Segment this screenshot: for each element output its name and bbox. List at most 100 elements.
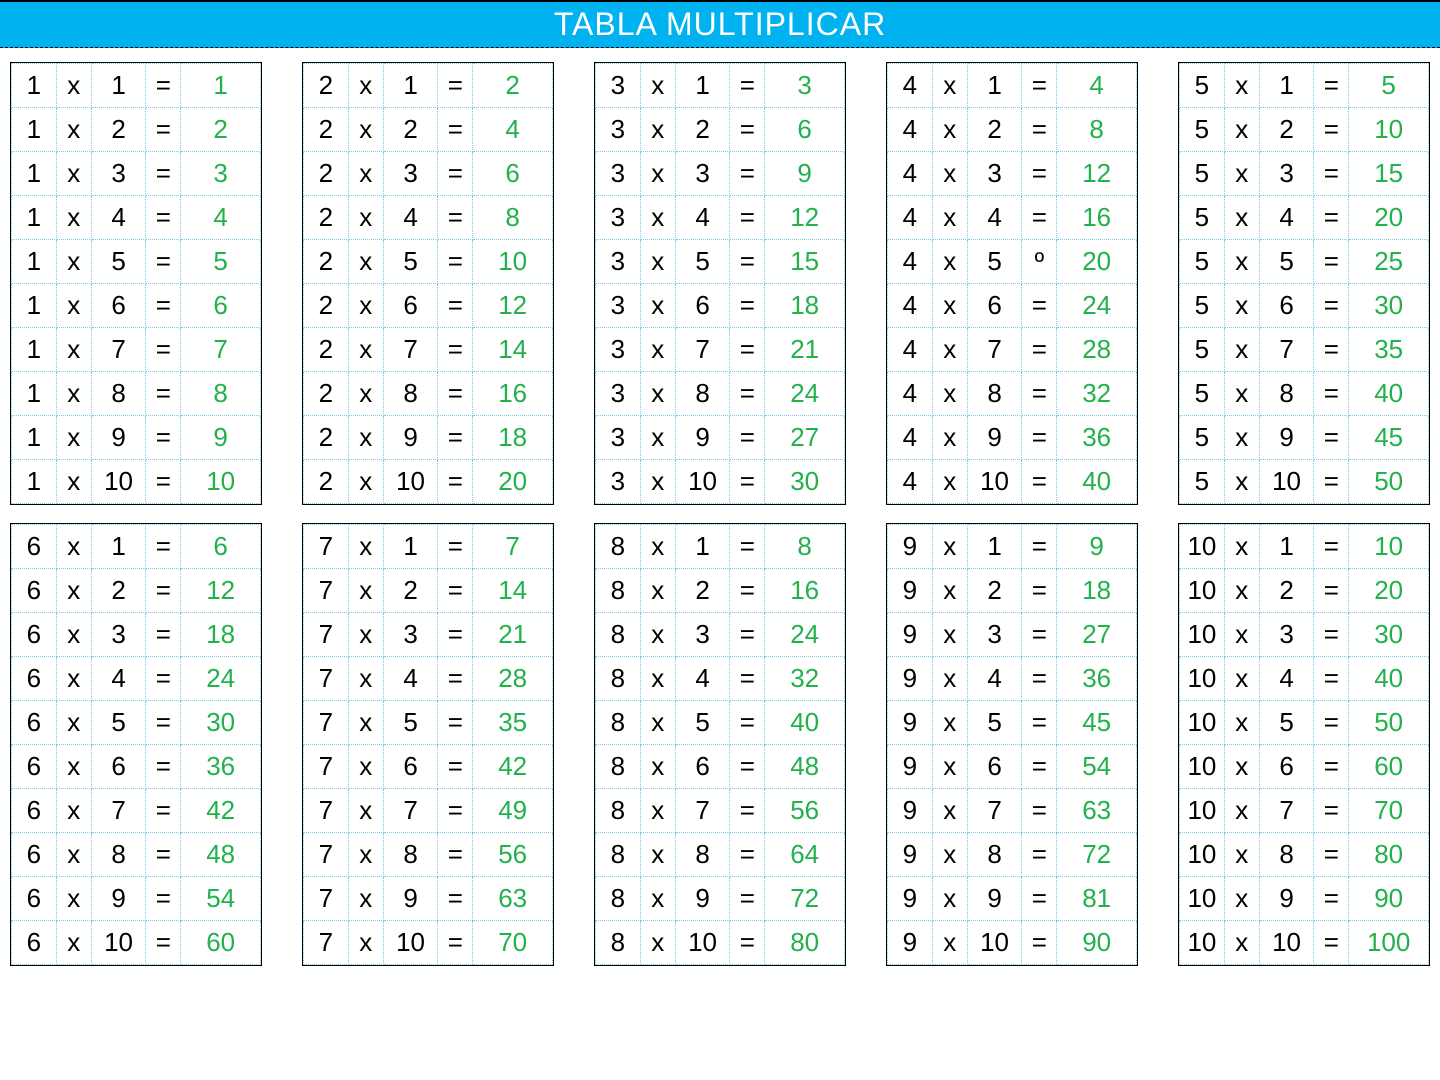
times-symbol: x	[56, 460, 91, 504]
times-symbol: x	[348, 833, 383, 877]
factor-b: 2	[675, 569, 730, 613]
table-block-7: 7x1=77x2=147x3=217x4=287x5=357x6=427x7=4…	[302, 523, 554, 966]
equals-symbol: =	[1314, 569, 1349, 613]
equals-symbol: =	[1314, 657, 1349, 701]
table-row: 6x6=36	[12, 745, 261, 789]
equals-symbol: =	[146, 196, 181, 240]
equals-symbol: =	[438, 64, 473, 108]
times-symbol: x	[1224, 921, 1259, 965]
times-symbol: x	[932, 701, 967, 745]
factor-a: 3	[596, 416, 641, 460]
equals-symbol: =	[1022, 108, 1057, 152]
table-row: 10x3=30	[1180, 613, 1429, 657]
factor-a: 1	[12, 372, 57, 416]
equals-symbol: =	[438, 613, 473, 657]
factor-b: 9	[91, 877, 146, 921]
table-row: 8x9=72	[596, 877, 845, 921]
factor-b: 3	[675, 152, 730, 196]
factor-b: 1	[1259, 525, 1314, 569]
equals-symbol: =	[1022, 416, 1057, 460]
factor-b: 9	[967, 877, 1022, 921]
factor-b: 8	[1259, 372, 1314, 416]
result: 64	[765, 833, 845, 877]
equals-symbol: =	[730, 569, 765, 613]
factor-b: 8	[91, 372, 146, 416]
table-row: 4x2=8	[888, 108, 1137, 152]
factor-b: 8	[1259, 833, 1314, 877]
factor-b: 1	[91, 525, 146, 569]
times-symbol: x	[932, 416, 967, 460]
table-row: 9x9=81	[888, 877, 1137, 921]
factor-a: 8	[596, 525, 641, 569]
times-symbol: x	[932, 833, 967, 877]
result: 10	[181, 460, 261, 504]
times-symbol: x	[1224, 328, 1259, 372]
equals-symbol: =	[1314, 877, 1349, 921]
table-block-9: 9x1=99x2=189x3=279x4=369x5=459x6=549x7=6…	[886, 523, 1138, 966]
factor-a: 9	[888, 613, 933, 657]
factor-a: 10	[1180, 525, 1225, 569]
factor-b: 10	[1259, 460, 1314, 504]
table-row: 8x2=16	[596, 569, 845, 613]
factor-a: 1	[12, 284, 57, 328]
table-row: 5x10=50	[1180, 460, 1429, 504]
equals-symbol: =	[1022, 196, 1057, 240]
equals-symbol: =	[1022, 152, 1057, 196]
factor-a: 2	[304, 196, 349, 240]
factor-b: 6	[1259, 284, 1314, 328]
result: 18	[181, 613, 261, 657]
factor-a: 3	[596, 460, 641, 504]
factor-b: 9	[383, 416, 438, 460]
times-symbol: x	[1224, 877, 1259, 921]
factor-a: 2	[304, 108, 349, 152]
result: 2	[181, 108, 261, 152]
factor-b: 8	[383, 372, 438, 416]
table-row: 9x2=18	[888, 569, 1137, 613]
factor-b: 2	[91, 569, 146, 613]
factor-a: 9	[888, 745, 933, 789]
factor-b: 1	[383, 525, 438, 569]
factor-b: 10	[675, 921, 730, 965]
table-row: 6x9=54	[12, 877, 261, 921]
times-symbol: x	[640, 196, 675, 240]
equals-symbol: =	[1314, 196, 1349, 240]
result: 90	[1057, 921, 1137, 965]
factor-a: 6	[12, 833, 57, 877]
factor-a: 8	[596, 569, 641, 613]
factor-b: 4	[675, 657, 730, 701]
times-symbol: x	[640, 64, 675, 108]
table-row: 6x10=60	[12, 921, 261, 965]
table-row: 8x6=48	[596, 745, 845, 789]
times-symbol: x	[348, 701, 383, 745]
factor-b: 6	[675, 745, 730, 789]
factor-a: 6	[12, 877, 57, 921]
factor-a: 3	[596, 328, 641, 372]
factor-b: 5	[675, 701, 730, 745]
factor-b: 6	[675, 284, 730, 328]
factor-b: 7	[1259, 789, 1314, 833]
table-row: 9x5=45	[888, 701, 1137, 745]
equals-symbol: =	[730, 877, 765, 921]
factor-b: 10	[91, 921, 146, 965]
factor-a: 10	[1180, 657, 1225, 701]
factor-a: 8	[596, 745, 641, 789]
equals-symbol: =	[730, 196, 765, 240]
equals-symbol: =	[438, 569, 473, 613]
factor-a: 10	[1180, 745, 1225, 789]
table-row: 1x7=7	[12, 328, 261, 372]
factor-b: 3	[1259, 152, 1314, 196]
factor-b: 7	[383, 328, 438, 372]
times-symbol: x	[932, 789, 967, 833]
factor-a: 5	[1180, 284, 1225, 328]
equals-symbol: =	[438, 657, 473, 701]
result: 10	[1349, 108, 1429, 152]
times-symbol: x	[348, 108, 383, 152]
factor-a: 2	[304, 328, 349, 372]
equals-symbol: =	[1314, 525, 1349, 569]
factor-a: 1	[12, 416, 57, 460]
result: 40	[1057, 460, 1137, 504]
times-symbol: x	[640, 284, 675, 328]
times-symbol: x	[56, 877, 91, 921]
table-row: 10x1=10	[1180, 525, 1429, 569]
result: 45	[1349, 416, 1429, 460]
